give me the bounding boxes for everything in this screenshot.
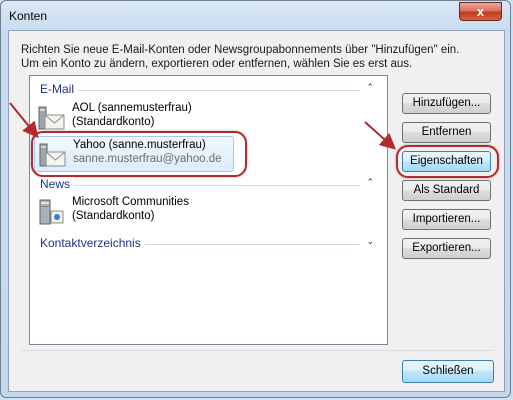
annotation-arrows: [9, 102, 396, 150]
group-title-email: E-Mail: [40, 82, 79, 96]
arrow-to-properties: [364, 121, 396, 150]
accounts-dialog: Konten x Richten Sie neue E-Mail-Konten …: [0, 0, 511, 398]
group-title-news: News: [40, 177, 75, 191]
arrow-to-account: [9, 102, 39, 139]
group-title-contacts: Kontaktverzeichnis: [40, 236, 145, 250]
